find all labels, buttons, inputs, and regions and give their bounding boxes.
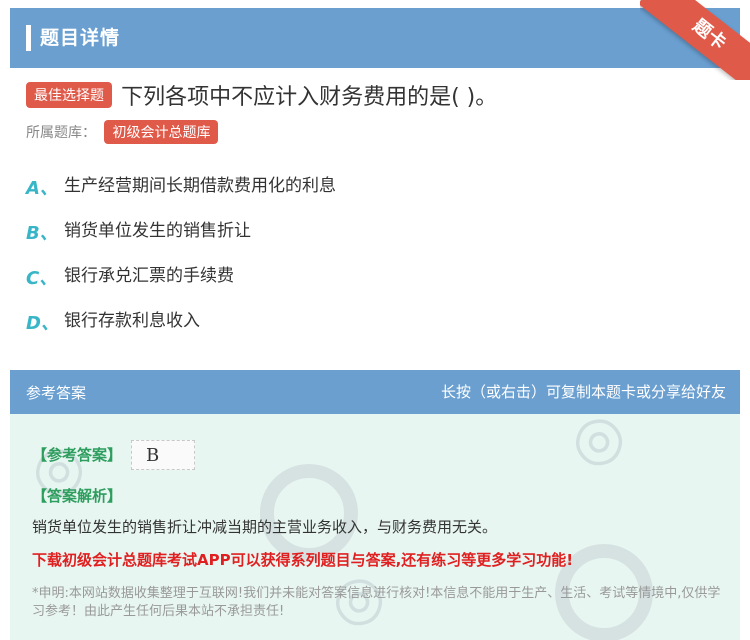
answer-image: B [131,440,195,470]
corner-ribbon: 题卡 [640,0,750,80]
answer-section-title: 参考答案 [26,384,87,402]
option-letter: D、 [26,313,59,334]
option-letter: B、 [26,223,58,244]
answer-section-header: 参考答案 长按（或右击）可复制本题卡或分享给好友 [10,370,740,414]
watermark-circle [260,464,358,562]
question-stem: 最佳选择题 下列各项中不应计入财务费用的是( )。 [26,79,726,111]
option-b[interactable]: B、 销货单位发生的销售折让 [26,219,726,264]
option-letter: A、 [26,178,58,199]
bank-label: 所属题库： [26,125,96,141]
option-text: 销货单位发生的销售折让 [64,221,251,241]
option-d[interactable]: D、 银行存款利息收入 [26,309,726,354]
bank-name-tag[interactable]: 初级会计总题库 [104,120,219,144]
disclaimer-text: *申明:本网站数据收集整理于互联网!我们并未能对答案信息进行核对!本信息不能用于… [32,586,721,619]
app-download-promo[interactable]: 下载初级会计总题库考试APP可以获得系列题目与答案,还有练习等更多学习功能! [32,549,573,570]
analysis-label: 【答案解析】 [32,487,123,505]
option-letter: C、 [26,268,58,289]
option-c[interactable]: C、 银行承兑汇票的手续费 [26,264,726,309]
ribbon-label: 题卡 [640,0,750,80]
option-a[interactable]: A、 生产经营期间长期借款费用化的利息 [26,174,726,219]
option-text: 生产经营期间长期借款费用化的利息 [64,176,336,196]
header-accent-bar [26,25,31,51]
question-card-page: 题目详情 题卡 最佳选择题 下列各项中不应计入财务费用的是( )。 所属题库： … [0,0,750,640]
watermark-logo: ◎ [553,414,639,483]
answer-section-body: ◎ ◎ ◎ 【参考答案】 B 【答案解析】 销货单位发生的销售折让冲减当期的主营… [10,414,740,640]
option-text: 银行承兑汇票的手续费 [64,266,234,286]
question-type-tag: 最佳选择题 [26,82,112,108]
question-text: 下列各项中不应计入财务费用的是( )。 [121,85,498,110]
option-text: 银行存款利息收入 [64,311,200,331]
options-list: A、 生产经营期间长期借款费用化的利息 B、 销货单位发生的销售折让 C、 银行… [26,174,726,354]
header-title: 题目详情 [40,27,121,49]
question-bank-row: 所属题库： 初级会计总题库 [26,120,219,144]
question-detail-header: 题目详情 [10,8,740,68]
answer-label: 【参考答案】 [32,446,123,464]
analysis-text: 销货单位发生的销售折让冲减当期的主营业务收入，与财务费用无关。 [32,518,498,536]
share-hint: 长按（或右击）可复制本题卡或分享给好友 [440,383,726,401]
